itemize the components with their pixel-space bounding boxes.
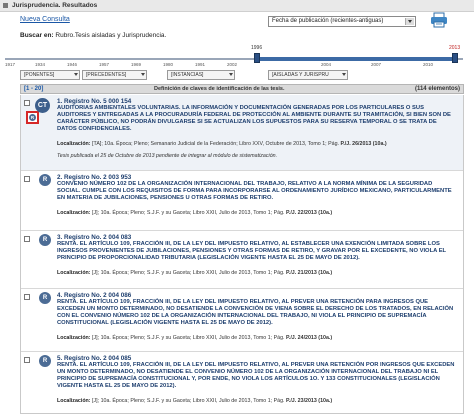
r-badge-icon: R	[39, 174, 51, 186]
chevron-down-icon[interactable]	[405, 18, 414, 25]
publication-note: Tesis publicada el 25 de Octubre de 2013…	[57, 153, 278, 159]
localizacion-label: Localización:	[57, 210, 91, 216]
filter-label: [PONENTES]	[24, 72, 55, 78]
registro-link[interactable]: 4. Registro No. 2 004 086	[57, 292, 131, 299]
ct-badge-icon: CT	[35, 98, 50, 113]
registro-link[interactable]: 1. Registro No. 5 000 154	[57, 98, 131, 105]
timeline-year: 2004	[321, 62, 332, 67]
filter-precedentes[interactable]: [PRECEDENTES]	[82, 70, 147, 80]
chevron-down-icon	[74, 73, 78, 76]
localizacion-text: [J]; 10a. Época; Pleno; S.J.F. y su Gace…	[92, 335, 285, 341]
localizacion: Localización: [J]; 10a. Época; Pleno; S.…	[57, 210, 332, 216]
localizacion: Localización: [J]; 10a. Época; Pleno; S.…	[57, 335, 332, 341]
sort-select[interactable]: Fecha de publicación (recientes-antiguas…	[268, 16, 416, 27]
localizacion-tesis: P./J. 24/2013 (10a.)	[286, 335, 333, 341]
select-checkbox[interactable]	[24, 176, 30, 182]
new-search-link[interactable]: Nueva Consulta	[20, 16, 70, 23]
timeline-year: 1980	[163, 62, 174, 67]
localizacion-tesis: P./J. 22/2013 (10a.)	[286, 210, 333, 216]
page-header: Jurisprudencia. Resultados	[0, 0, 474, 12]
list-item: R 2. Registro No. 2 003 953 CONVENIO NÚM…	[21, 171, 463, 231]
filter-label: [INSTANCIAS]	[171, 72, 204, 78]
page-range[interactable]: [1 - 20]	[24, 86, 43, 92]
search-label: Buscar en:	[20, 32, 54, 39]
timeline-year: 1969	[131, 62, 142, 67]
year-timeline[interactable]: 1996 2013 1917 1934 1946 1957 1969 1980 …	[5, 45, 463, 69]
localizacion-text: [J]; 10a. Época; Pleno; S.J.F. y su Gace…	[92, 210, 285, 216]
chevron-down-icon	[141, 73, 145, 76]
page-title: Jurisprudencia. Resultados	[12, 2, 98, 9]
timeline-range-from: 1996	[251, 45, 263, 51]
timeline-year: 2010	[423, 62, 434, 67]
localizacion-label: Localización:	[57, 335, 91, 341]
results-list: R CT 1. Registro No. 5 000 154 AUDITORIA…	[20, 95, 464, 414]
filter-instancias[interactable]: [INSTANCIAS]	[167, 70, 235, 80]
timeline-year: 1946	[67, 62, 78, 67]
localizacion-label: Localización:	[57, 270, 91, 276]
localizacion-label: Localización:	[57, 141, 91, 147]
filter-aisladas[interactable]: [AISLADAS Y JURISPRU	[268, 70, 348, 80]
localizacion-tesis: P./J. 23/2013 (10a.)	[286, 398, 333, 404]
tesis-title[interactable]: CONVENIO NÚMERO 102 DE LA ORGANIZACIÓN I…	[57, 181, 457, 202]
list-item: R 3. Registro No. 2 004 083 RENTA. EL AR…	[21, 231, 463, 289]
localizacion-text: [TA]; 10a. Época; Pleno; Semanario Judic…	[92, 141, 339, 147]
highlighted-icon-box[interactable]: R	[26, 111, 39, 124]
registro-link[interactable]: 5. Registro No. 2 004 085	[57, 355, 131, 362]
localizacion: Localización: [J]; 10a. Época; Pleno; S.…	[57, 398, 332, 404]
filter-label: [AISLADAS Y JURISPRU	[272, 72, 329, 78]
filter-label: [PRECEDENTES]	[86, 72, 127, 78]
search-text: Rubro.Tesis aisladas y Jurisprudencia.	[55, 32, 167, 39]
registro-link[interactable]: 3. Registro No. 2 004 083	[57, 234, 131, 241]
timeline-year: 2007	[371, 62, 382, 67]
tesis-title[interactable]: RENTA. EL ARTÍCULO 109, FRACCIÓN III, DE…	[57, 241, 457, 262]
timeline-handle-end[interactable]	[452, 53, 458, 63]
timeline-year: 1991	[195, 62, 206, 67]
localizacion-tesis: P./J. 21/2013 (10a.)	[286, 270, 333, 276]
list-item: R CT 1. Registro No. 5 000 154 AUDITORIA…	[21, 95, 463, 171]
select-checkbox[interactable]	[24, 100, 30, 106]
results-bar: [1 - 20] Definición de claves de identif…	[20, 84, 464, 94]
timeline-year: 1934	[35, 62, 46, 67]
tesis-title[interactable]: RENTA. EL ARTÍCULO 109, FRACCIÓN III, DE…	[57, 362, 457, 390]
select-checkbox[interactable]	[24, 357, 30, 363]
timeline-range-to: 2013	[449, 45, 461, 51]
localizacion-text: [J]; 10a. Época; Pleno; S.J.F. y su Gace…	[92, 270, 285, 276]
tesis-title[interactable]: RENTA. EL ARTÍCULO 109, FRACCIÓN III, DE…	[57, 299, 457, 327]
tesis-title[interactable]: AUDITORIAS AMBIENTALES VOLUNTARIAS. LA I…	[57, 105, 457, 133]
timeline-year: 1957	[99, 62, 110, 67]
r-badge-icon: R	[39, 292, 51, 304]
localizacion-tesis: P./J. 26/2013 (10a.)	[340, 141, 387, 147]
localizacion-label: Localización:	[57, 398, 91, 404]
r-badge-icon: R	[39, 234, 51, 246]
timeline-selected-range	[257, 57, 455, 61]
list-item: R 5. Registro No. 2 004 085 RENTA. EL AR…	[21, 352, 463, 413]
list-item: R 4. Registro No. 2 004 086 RENTA. EL AR…	[21, 289, 463, 352]
printer-icon[interactable]	[430, 12, 448, 28]
r-badge-icon: R	[39, 355, 51, 367]
timeline-year: 1917	[5, 62, 16, 67]
chevron-down-icon	[342, 73, 346, 76]
registro-link[interactable]: 2. Registro No. 2 003 953	[57, 174, 131, 181]
chevron-down-icon	[229, 73, 233, 76]
filter-ponentes[interactable]: [PONENTES]	[20, 70, 80, 80]
r-badge-icon: R	[29, 114, 36, 121]
localizacion: Localización: [TA]; 10a. Época; Pleno; S…	[57, 141, 387, 147]
definition-link[interactable]: Definición de claves de identificación d…	[154, 86, 285, 92]
search-summary: Buscar en: Rubro.Tesis aisladas y Jurisp…	[20, 32, 166, 39]
localizacion: Localización: [J]; 10a. Época; Pleno; S.…	[57, 270, 332, 276]
header-square-icon	[3, 3, 8, 8]
results-count: (114 elementos)	[414, 86, 460, 92]
select-checkbox[interactable]	[24, 236, 30, 242]
sort-select-value: Fecha de publicación (recientes-antiguas…	[272, 18, 384, 24]
localizacion-text: [J]; 10a. Época; Pleno; S.J.F. y su Gace…	[92, 398, 285, 404]
select-checkbox[interactable]	[24, 294, 30, 300]
timeline-handle-start[interactable]	[254, 53, 260, 63]
timeline-year: 2002	[227, 62, 238, 67]
